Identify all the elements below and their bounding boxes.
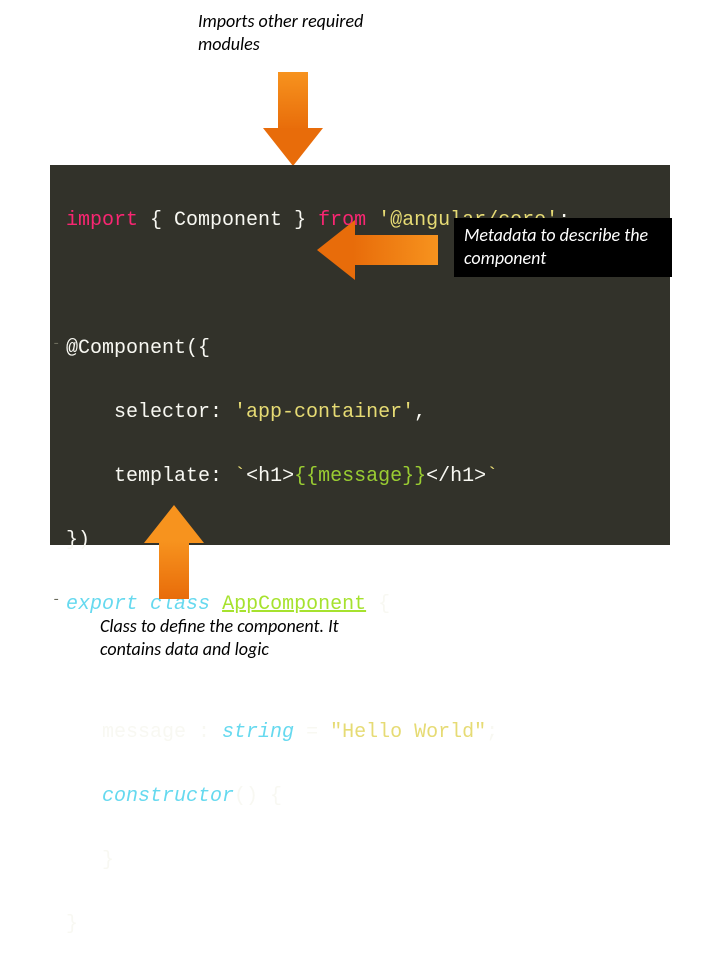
- code-line: constructor() {: [58, 781, 670, 813]
- template-expression: {{message}}: [294, 465, 426, 488]
- code-line: }: [58, 909, 670, 941]
- html-tag: <h1>: [246, 465, 294, 488]
- annotation-imports: Imports other required modules: [198, 10, 418, 57]
- decorator: @Component: [66, 337, 186, 360]
- annotation-metadata: Metadata to describe the component: [454, 218, 672, 277]
- arrow-left-icon: [353, 235, 438, 265]
- annotation-class: Class to define the component. It contai…: [100, 615, 400, 662]
- code-line: template: `<h1>{{message}}</h1>`: [58, 461, 670, 493]
- arrow-up-head-icon: [144, 505, 204, 543]
- html-tag: </h1>: [426, 465, 486, 488]
- string-literal: 'app-container': [234, 401, 414, 424]
- arrow-down-icon: [278, 72, 308, 130]
- class-name: AppComponent: [222, 593, 366, 616]
- type-annotation: string: [222, 721, 294, 744]
- keyword-import: import: [66, 209, 138, 232]
- string-literal: "Hello World": [330, 721, 486, 744]
- code-line: }: [58, 845, 670, 877]
- keyword-constructor: constructor: [102, 785, 234, 808]
- fold-marker-icon: -: [52, 333, 60, 355]
- code-line: message : string = "Hello World";: [58, 717, 670, 749]
- property-name: message: [102, 721, 186, 744]
- arrow-down-head-icon: [263, 128, 323, 166]
- property-key: selector: [114, 401, 210, 424]
- arrow-up-icon: [159, 541, 189, 599]
- arrow-left-head-icon: [317, 220, 355, 280]
- keyword-export: export: [66, 593, 138, 616]
- code-line: selector: 'app-container',: [58, 397, 670, 429]
- property-key: template: [114, 465, 210, 488]
- code-line: -@Component({: [58, 333, 670, 365]
- fold-marker-icon: -: [52, 589, 60, 611]
